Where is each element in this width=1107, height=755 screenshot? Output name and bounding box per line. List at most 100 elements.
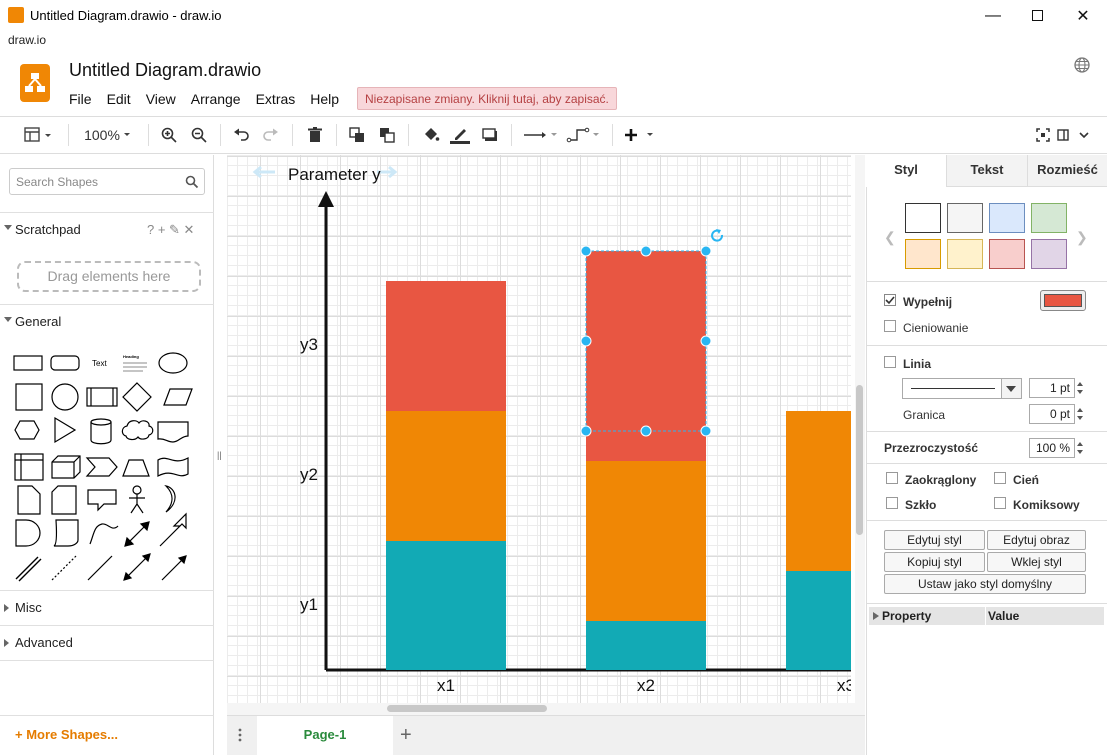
dashed-line-shape[interactable] — [51, 555, 77, 581]
section-general[interactable]: General — [0, 304, 214, 338]
edit-image-button[interactable]: Edytuj obraz — [987, 530, 1086, 550]
process-shape[interactable] — [86, 387, 118, 407]
shadow2-checkbox[interactable] — [994, 472, 1006, 487]
bar-x1-top[interactable] — [386, 281, 506, 411]
scratchpad-dropzone[interactable]: Drag elements here — [17, 261, 201, 292]
resize-handle[interactable] — [700, 245, 712, 257]
menu-edit[interactable]: Edit — [107, 91, 131, 107]
trapezoid-shape[interactable] — [122, 459, 150, 477]
line-shape[interactable] — [87, 555, 113, 581]
step-shape[interactable] — [85, 457, 118, 477]
bar-x3-middle[interactable] — [786, 411, 851, 571]
curve-shape[interactable] — [89, 523, 119, 545]
sidebar-resize-handle[interactable]: || — [217, 450, 222, 460]
hexagon-shape[interactable] — [14, 420, 40, 440]
collapse-icon[interactable] — [1076, 124, 1092, 146]
document-shape[interactable] — [157, 421, 189, 443]
rounded-rectangle-shape[interactable] — [50, 355, 80, 371]
vertical-scroll-thumb[interactable] — [856, 385, 863, 535]
internal-storage-shape[interactable] — [14, 453, 44, 481]
delete-icon[interactable] — [304, 124, 326, 146]
section-misc[interactable]: Misc — [0, 590, 214, 624]
bar-x3-bottom[interactable] — [786, 571, 851, 670]
resize-handle[interactable] — [700, 335, 712, 347]
fullscreen-icon[interactable] — [1034, 124, 1052, 146]
line-color-icon[interactable] — [449, 124, 471, 146]
text-shape[interactable]: Text — [92, 359, 107, 368]
cylinder-shape[interactable] — [90, 418, 112, 445]
rounded-checkbox[interactable] — [886, 472, 898, 487]
unsaved-changes-notice[interactable]: Niezapisane zmiany. Kliknij tutaj, aby z… — [357, 87, 617, 110]
fill-color-icon[interactable] — [420, 124, 442, 146]
delay-shape[interactable] — [15, 519, 41, 547]
menu-extras[interactable]: Extras — [256, 91, 296, 107]
bar-x2-middle[interactable] — [586, 461, 706, 621]
zoom-out-icon[interactable] — [188, 124, 210, 146]
resize-handle[interactable] — [700, 425, 712, 437]
cube-shape[interactable] — [51, 455, 81, 479]
format-panel-icon[interactable] — [1055, 124, 1071, 146]
note-shape[interactable] — [17, 485, 41, 515]
document-title[interactable]: Untitled Diagram.drawio — [69, 60, 261, 81]
link-shape[interactable] — [15, 556, 42, 582]
arrow-shape[interactable] — [159, 512, 187, 547]
resize-handle[interactable] — [640, 245, 652, 257]
panels-icon[interactable] — [22, 124, 56, 146]
section-scratchpad[interactable]: Scratchpad ? + ✎ ✕ — [0, 212, 214, 246]
search-icon[interactable] — [185, 175, 199, 189]
opacity-input[interactable]: 100 % — [1029, 438, 1075, 458]
bar-x2-bottom[interactable] — [586, 621, 706, 670]
rotate-handle-icon[interactable] — [711, 229, 724, 242]
x-label-x3[interactable]: x3 — [837, 676, 851, 695]
data-storage-shape[interactable] — [53, 519, 79, 547]
border-stepper[interactable] — [1075, 404, 1085, 424]
tab-tekst[interactable]: Tekst — [946, 155, 1027, 187]
resize-handle[interactable] — [580, 425, 592, 437]
waypoint-style-icon[interactable] — [566, 124, 602, 146]
search-input[interactable]: Search Shapes — [9, 168, 205, 195]
zoom-in-icon[interactable] — [158, 124, 180, 146]
insert-icon[interactable] — [622, 124, 658, 146]
textbox-shape[interactable]: Heading — [123, 354, 147, 372]
card-shape[interactable] — [51, 485, 77, 515]
tab-styl[interactable]: Styl — [866, 155, 946, 187]
bidirectional-connector-shape[interactable] — [123, 553, 151, 581]
paste-style-button[interactable]: Wklej styl — [987, 552, 1086, 572]
style-swatch[interactable] — [905, 239, 941, 269]
resize-handle[interactable] — [580, 245, 592, 257]
copy-style-button[interactable]: Kopiuj styl — [884, 552, 985, 572]
style-swatch[interactable] — [947, 239, 983, 269]
pages-menu-icon[interactable] — [236, 727, 244, 743]
y-axis-title[interactable]: Parameter y — [288, 165, 381, 184]
scratchpad-actions[interactable]: ? + ✎ ✕ — [147, 222, 194, 238]
globe-icon[interactable] — [1073, 56, 1091, 74]
to-front-icon[interactable] — [346, 124, 368, 146]
tab-rozmiesc[interactable]: Rozmieść — [1027, 155, 1107, 187]
fill-color-picker[interactable] — [1040, 290, 1086, 311]
border-input[interactable]: 0 pt — [1029, 404, 1075, 424]
or-shape[interactable] — [164, 485, 176, 513]
connection-style-icon[interactable] — [522, 124, 558, 146]
shadow-checkbox[interactable] — [884, 320, 896, 335]
section-advanced[interactable]: Advanced — [0, 625, 214, 659]
directional-connector-shape[interactable] — [161, 555, 187, 581]
add-page-icon[interactable]: + — [400, 724, 412, 747]
menu-file[interactable]: File — [69, 91, 92, 107]
line-width-stepper[interactable] — [1075, 378, 1085, 398]
style-swatch[interactable] — [989, 203, 1025, 233]
comic-checkbox[interactable] — [994, 497, 1006, 512]
bar-x1-bottom[interactable] — [386, 541, 506, 670]
style-swatch[interactable] — [1031, 239, 1067, 269]
redo-icon[interactable] — [260, 124, 282, 146]
style-swatch[interactable] — [1031, 203, 1067, 233]
maximize-icon[interactable] — [1014, 0, 1060, 31]
ellipse-shape[interactable] — [158, 352, 188, 374]
zoom-dropdown[interactable]: 100% — [80, 124, 138, 146]
minimize-icon[interactable]: — — [970, 0, 1016, 31]
page-tab-page-1[interactable]: Page-1 — [257, 716, 393, 755]
bidirectional-arrow-shape[interactable] — [124, 521, 150, 547]
y-label-y2[interactable]: y2 — [300, 465, 318, 484]
diamond-shape[interactable] — [122, 382, 152, 412]
line-pattern-select[interactable] — [902, 378, 1022, 399]
style-swatch[interactable] — [905, 203, 941, 233]
